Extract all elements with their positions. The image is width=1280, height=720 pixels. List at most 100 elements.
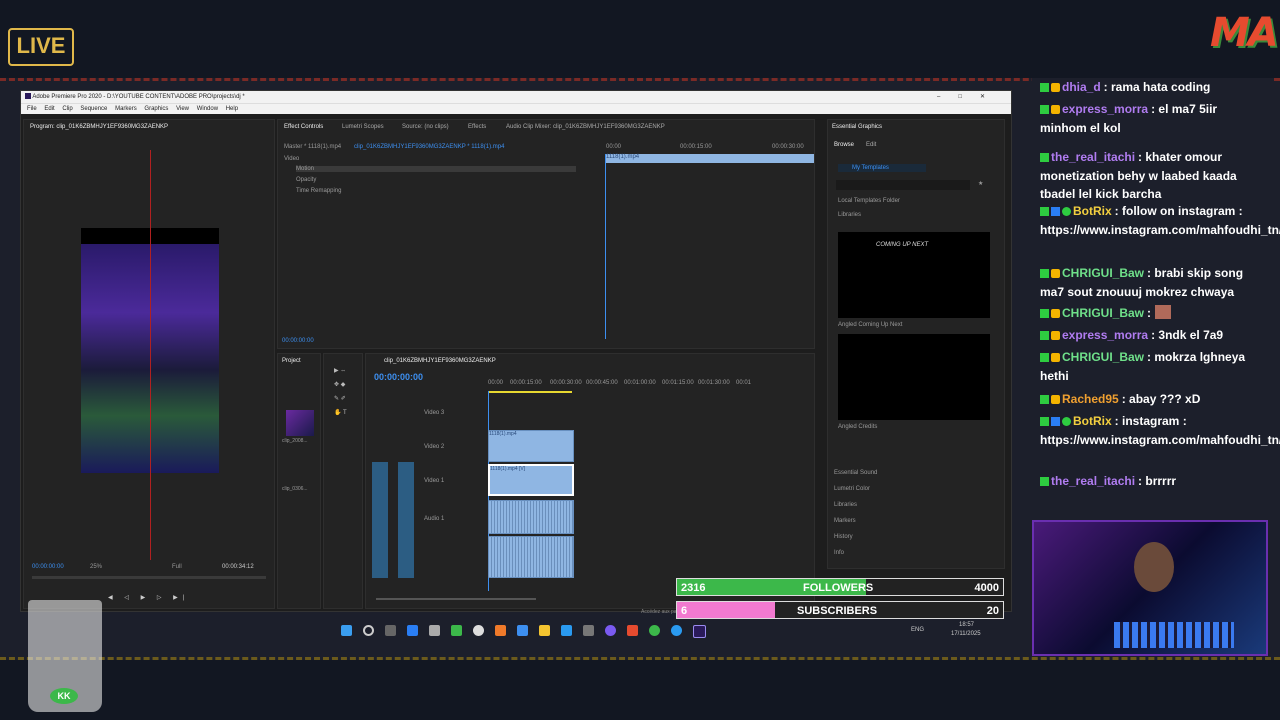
- chat-badge-icon: [1051, 269, 1060, 278]
- template-angled-credits[interactable]: [838, 334, 990, 420]
- template-search-input[interactable]: [836, 180, 970, 190]
- streamer-figure: [1134, 542, 1174, 592]
- menu-help[interactable]: Help: [226, 106, 238, 112]
- file-explorer-icon[interactable]: [539, 625, 550, 636]
- essential-graphics-title: Essential Graphics: [832, 124, 883, 130]
- star-icon[interactable]: ★: [978, 180, 983, 187]
- panel-lumetri-color[interactable]: Lumetri Color: [834, 486, 870, 492]
- libraries-checkbox[interactable]: Libraries: [838, 212, 861, 218]
- project-item-1[interactable]: clip_2008...: [282, 438, 308, 444]
- track-target-audio[interactable]: [398, 462, 414, 578]
- premiere-taskbar-icon[interactable]: [693, 625, 706, 638]
- chat-username[interactable]: CHRIGUI_Baw: [1062, 266, 1144, 280]
- menu-file[interactable]: File: [27, 106, 37, 112]
- app-icon-9[interactable]: [627, 625, 638, 636]
- tab-lumetri-scopes[interactable]: Lumetri Scopes: [342, 124, 384, 130]
- project-item-2[interactable]: clip_0306...: [282, 486, 308, 492]
- app-icon-2[interactable]: [429, 625, 440, 636]
- chat-username[interactable]: Rached95: [1062, 392, 1119, 406]
- timeline-timecode[interactable]: 00:00:00:00: [374, 372, 423, 382]
- playhead-scrubber[interactable]: [32, 576, 266, 579]
- chat-username[interactable]: the_real_itachi: [1051, 474, 1135, 488]
- chat-username[interactable]: dhia_d: [1062, 80, 1101, 94]
- clip-video1-selected[interactable]: 1118(1).mp4 [V]: [488, 464, 574, 496]
- chat-username[interactable]: CHRIGUI_Baw: [1062, 350, 1144, 364]
- clip-audio1[interactable]: [488, 500, 574, 534]
- menu-clip[interactable]: Clip: [62, 106, 72, 112]
- work-area-bar[interactable]: [488, 391, 572, 393]
- app-icon-3[interactable]: [451, 625, 462, 636]
- app-icon-7[interactable]: [561, 625, 572, 636]
- project-item-thumbnail[interactable]: [286, 410, 314, 436]
- ec-clip-bar[interactable]: 1118(1).mp4: [606, 154, 814, 163]
- clip-audio2[interactable]: [488, 536, 574, 578]
- chat-username[interactable]: express_morra: [1062, 102, 1148, 116]
- app-icon-10[interactable]: [649, 625, 660, 636]
- app-icon-5[interactable]: [495, 625, 506, 636]
- program-timecode[interactable]: 00:00:00:00: [32, 564, 64, 570]
- track-target-video[interactable]: [372, 462, 388, 578]
- chat-username[interactable]: CHRIGUI_Baw: [1062, 306, 1144, 320]
- menu-markers[interactable]: Markers: [115, 106, 137, 112]
- chat-emote: [1155, 305, 1172, 319]
- menu-window[interactable]: Window: [197, 106, 218, 112]
- ec-timecode[interactable]: 00:00:00:00: [282, 338, 314, 344]
- quality-select[interactable]: Full: [172, 564, 182, 570]
- app-icon-8[interactable]: [583, 625, 594, 636]
- sequence-clip-label: clip_01K6ZBMHJY1EF9360MG3ZAENKP * 1118(1…: [354, 144, 505, 150]
- ec-playhead[interactable]: [605, 154, 606, 339]
- chat-username[interactable]: BotRix: [1073, 414, 1112, 428]
- local-templates-folder-checkbox[interactable]: Local Templates Folder: [838, 198, 900, 204]
- tl-ruler-7: 00:01: [736, 380, 752, 386]
- tab-source[interactable]: Source: (no clips): [402, 124, 449, 130]
- menu-edit[interactable]: Edit: [44, 106, 54, 112]
- app-icon-4[interactable]: [473, 625, 484, 636]
- prop-motion[interactable]: Motion: [296, 166, 576, 172]
- chat-message: CHRIGUI_Baw: mokrza lghneya hethi: [1040, 348, 1266, 385]
- panel-markers[interactable]: Markers: [834, 518, 856, 524]
- app-icon-1[interactable]: [407, 625, 418, 636]
- tool-icons[interactable]: ▶ ⇔ ✥ ◆ ✎ ✐ ✋ T: [334, 364, 354, 420]
- panel-history[interactable]: History: [834, 534, 853, 540]
- edge-icon[interactable]: [671, 625, 682, 636]
- chat-text: : rama hata coding: [1103, 80, 1211, 94]
- menu-graphics[interactable]: Graphics: [144, 106, 168, 112]
- tab-audio-clip-mixer[interactable]: Audio Clip Mixer: clip_01K6ZBMHJY1EF9360…: [506, 124, 665, 130]
- my-templates-button[interactable]: My Templates: [838, 164, 926, 172]
- transport-controls[interactable]: ◀ ◁ ▶ ▷ ▶|: [108, 594, 189, 601]
- clock-time[interactable]: 18:57: [959, 622, 974, 628]
- menu-sequence[interactable]: Sequence: [80, 106, 107, 112]
- language-indicator[interactable]: ENG: [911, 627, 924, 633]
- panel-info[interactable]: Info: [834, 550, 844, 556]
- prop-time-remapping[interactable]: Time Remapping: [296, 188, 341, 194]
- chat-message: the_real_itachi: khater omour monetizati…: [1040, 148, 1266, 204]
- timeline-sequence-name: clip_01K6ZBMHJY1EF9360MG3ZAENKP: [384, 358, 496, 364]
- panel-essential-sound[interactable]: Essential Sound: [834, 470, 877, 476]
- tl-ruler-4: 00:01:00:00: [624, 380, 656, 386]
- timeline-scrollbar[interactable]: [376, 598, 536, 600]
- chat-username[interactable]: express_morra: [1062, 328, 1148, 342]
- discord-icon[interactable]: [605, 625, 616, 636]
- tab-effect-controls[interactable]: Effect Controls: [284, 124, 323, 130]
- tab-edit[interactable]: Edit: [866, 142, 876, 148]
- clock-date[interactable]: 17/11/2025: [951, 631, 981, 637]
- task-view-icon[interactable]: [385, 625, 396, 636]
- window-controls[interactable]: –□✕: [937, 91, 1003, 103]
- windows-start-icon[interactable]: [341, 625, 352, 636]
- panel-libraries[interactable]: Libraries: [834, 502, 857, 508]
- chat-message: BotRix: instagram : https://www.instagra…: [1040, 412, 1280, 449]
- menu-view[interactable]: View: [176, 106, 189, 112]
- app-icon-6[interactable]: [517, 625, 528, 636]
- search-icon[interactable]: [363, 625, 374, 636]
- clip-video2[interactable]: 1118(1).mp4: [488, 430, 574, 462]
- subscribers-goal-bar: 6 SUBSCRIBERS 20: [676, 601, 1004, 619]
- tab-browse[interactable]: Browse: [834, 142, 854, 148]
- chat-username[interactable]: BotRix: [1073, 204, 1112, 218]
- prop-opacity[interactable]: Opacity: [296, 177, 316, 183]
- chat-username[interactable]: the_real_itachi: [1051, 150, 1135, 164]
- zoom-select[interactable]: 25%: [90, 564, 102, 570]
- tab-effects[interactable]: Effects: [468, 124, 486, 130]
- template-coming-up-next[interactable]: COMING UP NEXT: [838, 232, 990, 318]
- chat-badge-icon: [1051, 353, 1060, 362]
- chat-text: :: [1147, 306, 1152, 320]
